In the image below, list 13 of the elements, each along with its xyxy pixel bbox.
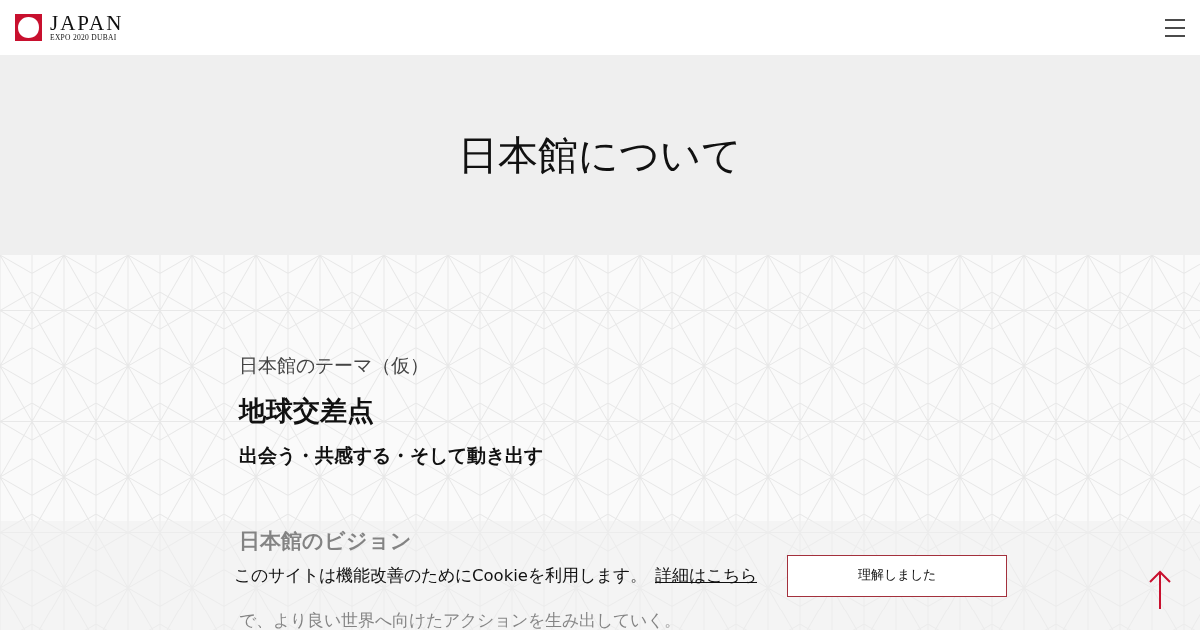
theme-subtitle: 出会う・共感する・そして動き出す	[239, 443, 544, 468]
vision-heading: 日本館のビジョン	[239, 528, 412, 555]
logo-icon	[15, 14, 42, 41]
menu-icon[interactable]	[1165, 18, 1185, 37]
cookie-message: このサイトは機能改善のためにCookieを利用します。	[234, 564, 647, 587]
arrow-up-icon[interactable]	[1148, 570, 1172, 610]
accept-button[interactable]: 理解しました	[787, 554, 1007, 597]
page-title: 日本館について	[458, 130, 742, 180]
theme-label: 日本館のテーマ（仮）	[239, 353, 430, 378]
vision-text: で、より良い世界へ向けたアクションを生み出していく。	[239, 609, 681, 630]
details-link[interactable]: 詳細はこちら	[655, 564, 757, 587]
logo-title: JAPAN	[50, 12, 124, 33]
theme-title: 地球交差点	[239, 394, 375, 428]
